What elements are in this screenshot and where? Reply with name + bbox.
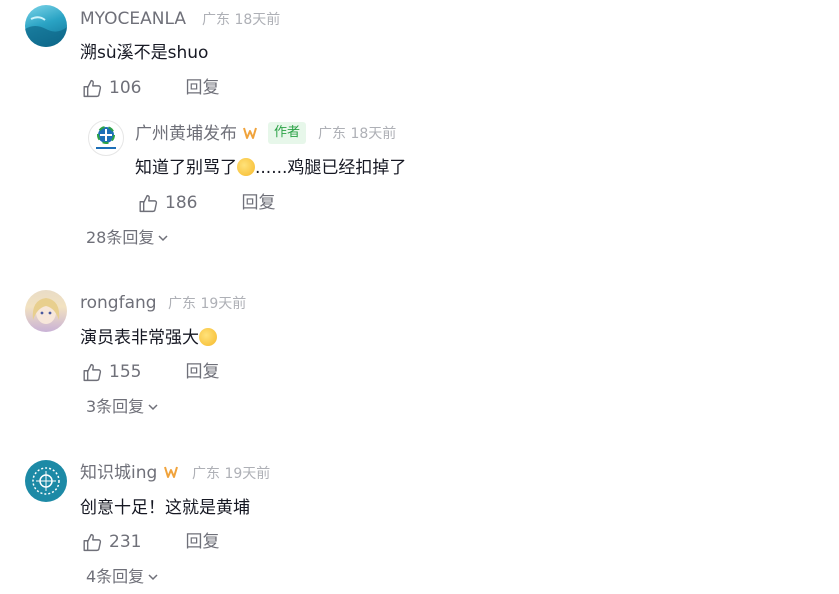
thumbs-up-icon: [139, 194, 158, 212]
expand-replies-button[interactable]: 4条回复: [86, 566, 159, 588]
timestamp: 19天前: [200, 296, 247, 312]
location: 广东: [202, 12, 230, 28]
comment-text: 溯sù溪不是shuo: [80, 43, 209, 63]
timestamp: 18天前: [234, 12, 281, 28]
username[interactable]: 广州黄埔发布: [135, 124, 258, 144]
thumbs-up-icon: [83, 79, 102, 97]
comment-meta: 广东 19天前: [168, 294, 246, 314]
expand-replies-button[interactable]: 28条回复: [86, 227, 169, 249]
huangpu-logo-icon: [96, 126, 116, 149]
text-part: 演员表非常强大: [80, 328, 199, 348]
like-count: 186: [165, 193, 198, 213]
teal-emblem-icon: [32, 467, 60, 495]
ocean-photo-icon: [25, 16, 67, 47]
timestamp: 18天前: [350, 126, 397, 142]
verified-badge-icon: [243, 127, 258, 139]
comment-actions: 106 回复: [82, 76, 219, 100]
text-part: ......鸡腿已经扣掉了: [255, 158, 407, 178]
like-button[interactable]: 155: [82, 360, 141, 384]
anime-girl-portrait-icon: [32, 298, 60, 324]
smile-emoji-icon: [237, 158, 255, 176]
comment-actions: 186 回复: [138, 191, 275, 215]
avatar[interactable]: [25, 5, 67, 47]
comment-actions: 231 回复: [82, 530, 219, 554]
comment-actions: 155 回复: [82, 360, 219, 384]
username[interactable]: MYOCEANLA: [80, 9, 186, 29]
like-button[interactable]: 106: [82, 76, 141, 100]
chevron-down-icon: [148, 574, 158, 581]
comment-meta: 广东 18天前: [318, 124, 396, 144]
author-tag: 作者: [268, 122, 307, 144]
comment-text: 知道了别骂了 ......鸡腿已经扣掉了: [135, 156, 406, 180]
reply-button[interactable]: 回复: [185, 530, 219, 554]
timestamp: 19天前: [224, 466, 271, 482]
reply-button[interactable]: 回复: [185, 76, 219, 100]
comment-text: 演员表非常强大: [80, 326, 217, 350]
reply-button[interactable]: 回复: [185, 360, 219, 384]
avatar[interactable]: [25, 290, 67, 332]
location: 广东: [318, 126, 346, 142]
expand-replies-label: 4条回复: [86, 567, 145, 586]
reply-button[interactable]: 回复: [241, 191, 275, 215]
comment-meta: 广东 18天前: [202, 10, 280, 30]
username-text: 广州黄埔发布: [135, 124, 237, 144]
chevron-down-icon: [148, 404, 158, 411]
thumbs-up-icon: [83, 363, 102, 381]
location: 广东: [168, 296, 196, 312]
grimace-emoji-icon: [199, 328, 217, 346]
like-button[interactable]: 231: [82, 530, 141, 554]
username[interactable]: rongfang: [80, 293, 157, 313]
comment-meta: 广东 19天前: [192, 464, 270, 484]
avatar[interactable]: [88, 120, 124, 156]
chevron-down-icon: [158, 235, 168, 242]
verified-badge-icon: [163, 466, 178, 478]
like-count: 106: [109, 78, 142, 98]
avatar[interactable]: [25, 460, 67, 502]
location: 广东: [192, 466, 220, 482]
username-text: 知识城ing: [80, 463, 158, 483]
expand-replies-label: 3条回复: [86, 397, 145, 416]
expand-replies-button[interactable]: 3条回复: [86, 396, 159, 418]
text-part: 知道了别骂了: [135, 158, 237, 178]
thumbs-up-icon: [83, 533, 102, 551]
like-count: 231: [109, 532, 142, 552]
comment-text: 创意十足！这就是黄埔: [80, 498, 250, 518]
like-count: 155: [109, 362, 142, 382]
username[interactable]: 知识城ing: [80, 463, 179, 483]
like-button[interactable]: 186: [138, 191, 197, 215]
expand-replies-label: 28条回复: [86, 228, 155, 247]
